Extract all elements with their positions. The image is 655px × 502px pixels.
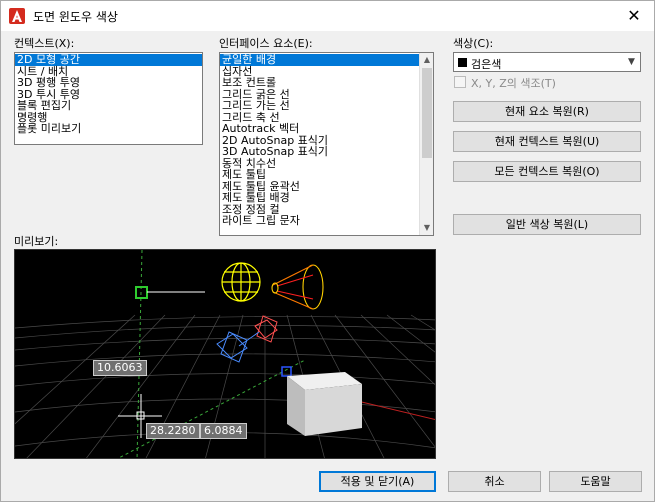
interface-list-item[interactable]: 그리드 가는 선 <box>220 100 419 112</box>
color-select-value: 검은색 <box>471 58 502 71</box>
dim-tooltip-3: 6.0884 <box>200 423 247 439</box>
interface-list-item[interactable]: 균일한 배경 <box>220 54 419 66</box>
xyz-tint-label: X, Y, Z의 색조(T) <box>471 77 556 90</box>
context-label: 컨텍스트(X): <box>14 37 75 50</box>
chevron-down-icon[interactable]: ▼ <box>623 53 640 71</box>
context-list-item[interactable]: 블록 편집기 <box>15 100 202 112</box>
interface-list-item[interactable]: 제도 툴팁 <box>220 169 419 181</box>
restore-current-context-button[interactable]: 현재 컨텍스트 복원(U) <box>453 131 641 152</box>
interface-list-item[interactable]: 제도 툴팁 배경 <box>220 192 419 204</box>
dim-tooltip-1: 10.6063 <box>93 360 147 376</box>
interface-list-item[interactable]: 3D AutoSnap 표식기 <box>220 146 419 158</box>
interface-list-item[interactable]: 라이트 그립 문자 <box>220 215 419 227</box>
restore-current-element-button[interactable]: 현재 요소 복원(R) <box>453 101 641 122</box>
checkbox-box[interactable] <box>454 76 466 88</box>
xyz-tint-checkbox[interactable]: X, Y, Z의 색조(T) <box>454 75 634 90</box>
color-select[interactable]: 검은색 ▼ <box>453 52 641 72</box>
interface-list-item[interactable]: 보조 컨트롤 <box>220 77 419 89</box>
scroll-up-icon[interactable]: ▲ <box>420 53 433 67</box>
help-button[interactable]: 도움말 <box>549 471 642 492</box>
cancel-button[interactable]: 취소 <box>448 471 541 492</box>
color-swatch <box>458 58 467 67</box>
color-label: 색상(C): <box>453 37 494 50</box>
camera-glyphs <box>216 315 278 363</box>
blue-grip-marker <box>281 366 292 377</box>
context-list-item[interactable]: 2D 모형 공간 <box>15 54 202 66</box>
interface-element-listbox[interactable]: 균일한 배경 십자선 보조 컨트롤 그리드 굵은 선 그리드 가는 선 그리드 축 선 Au… <box>219 52 434 236</box>
title-bar: 도면 윈도우 색상 ✕ <box>1 1 654 31</box>
scroll-thumb[interactable] <box>422 68 432 158</box>
box-solid <box>287 372 362 436</box>
restore-classic-colors-button[interactable]: 일반 색상 복원(L) <box>453 214 641 235</box>
close-icon[interactable]: ✕ <box>616 1 652 31</box>
restore-all-contexts-button[interactable]: 모든 컨텍스트 복원(O) <box>453 161 641 182</box>
preview-canvas: 10.6063 28.2280 6.0884 <box>14 249 436 459</box>
interface-list-scrollbar[interactable]: ▲ ▼ <box>419 53 433 235</box>
context-list-item[interactable]: 플롯 미리보기 <box>15 123 202 135</box>
context-listbox[interactable]: 2D 모형 공간 시트 / 배치 3D 평행 투영 3D 투시 투영 블록 편집기 명령행… <box>14 52 203 145</box>
preview-label: 미리보기: <box>14 235 59 248</box>
scroll-down-icon[interactable]: ▼ <box>420 221 433 235</box>
context-list-item[interactable]: 3D 평행 투영 <box>15 77 202 89</box>
autocad-app-icon <box>9 8 25 24</box>
point-light-glyph <box>221 262 261 302</box>
apply-close-button[interactable]: 적용 및 닫기(A) <box>319 471 436 492</box>
interface-element-label: 인터페이스 요소(E): <box>219 37 313 50</box>
spotlight-glyph <box>271 264 324 310</box>
window-title: 도면 윈도우 색상 <box>33 10 118 24</box>
dim-tooltip-2: 28.2280 <box>146 423 200 439</box>
interface-list-item[interactable]: Autotrack 벡터 <box>220 123 419 135</box>
color-dialog: 도면 윈도우 색상 ✕ 컨텍스트(X): 2D 모형 공간 시트 / 배치 3D 평… <box>0 0 655 502</box>
